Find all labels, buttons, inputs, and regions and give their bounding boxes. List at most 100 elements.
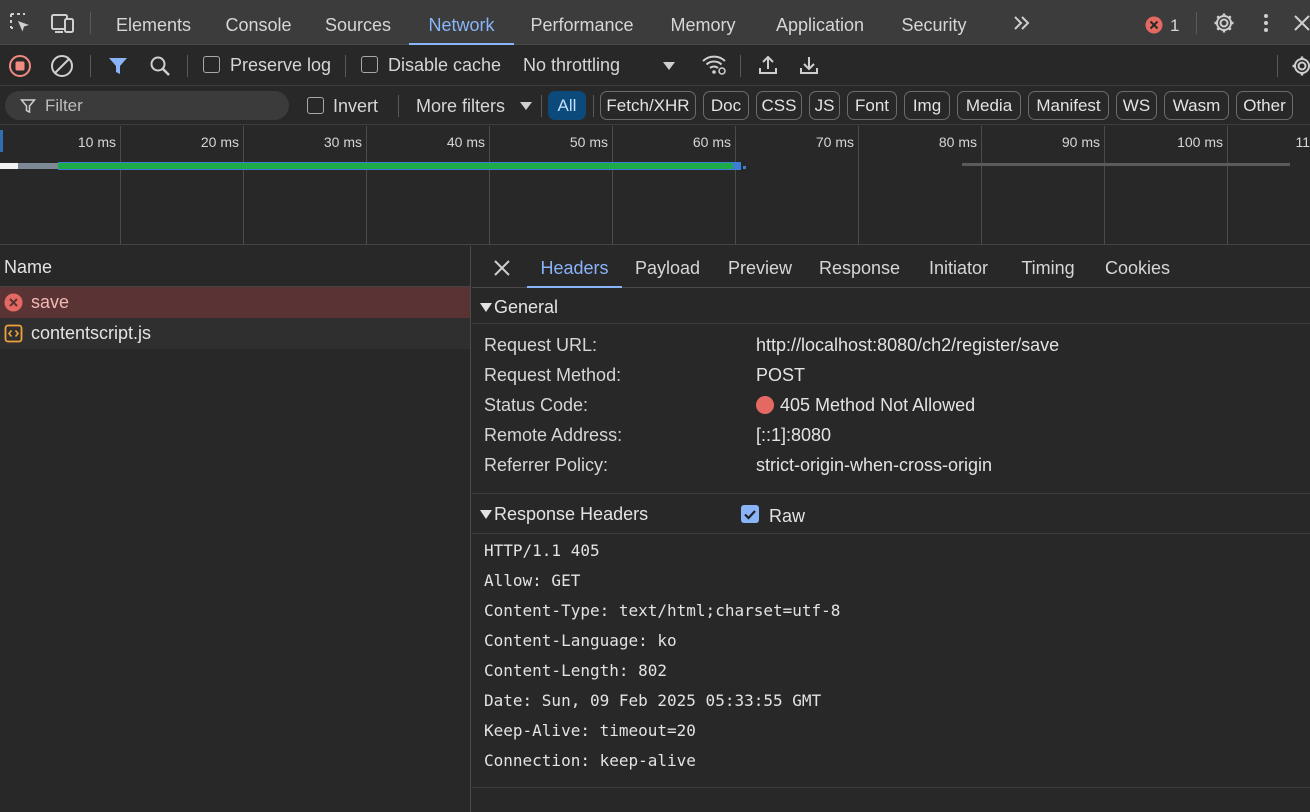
error-icon[interactable] <box>1145 16 1163 34</box>
filter-chip-other[interactable]: Other <box>1236 91 1293 120</box>
timeline-overview[interactable]: 10 ms 20 ms 30 ms 40 ms 50 ms 60 ms 70 m… <box>0 126 1310 245</box>
tab-console[interactable]: Console <box>215 0 302 45</box>
tab-preview[interactable]: Preview <box>722 246 798 288</box>
more-tabs-icon[interactable] <box>1010 11 1034 35</box>
toolbar-divider <box>593 95 594 117</box>
name-column-header[interactable]: Name <box>0 246 470 287</box>
import-har-upload-icon[interactable] <box>756 53 780 77</box>
raw-checkbox[interactable] <box>741 505 759 523</box>
timeline-tick-label: 60 ms <box>692 134 731 150</box>
timeline-selection-handle[interactable] <box>0 130 3 152</box>
filter-chip-fetch-xhr[interactable]: Fetch/XHR <box>600 91 696 120</box>
tab-headers[interactable]: Headers <box>527 246 622 288</box>
tab-elements[interactable]: Elements <box>107 0 200 45</box>
filter-chip-font[interactable]: Font <box>847 91 897 120</box>
timeline-tick-label: 30 ms <box>323 134 362 150</box>
timeline-tick-label: 90 ms <box>1061 134 1100 150</box>
header-key: Status Code: <box>484 395 589 415</box>
request-name: contentscript.js <box>31 323 152 343</box>
raw-header-line: Date: Sun, 09 Feb 2025 05:33:55 GMT <box>484 691 822 710</box>
filter-placeholder: Filter <box>45 96 83 115</box>
invert-checkbox[interactable] <box>307 97 324 114</box>
timeline-gridline <box>120 126 121 245</box>
export-har-download-icon[interactable] <box>797 53 821 77</box>
request-list: Name save contentscript.js <box>0 246 471 812</box>
preserve-log-label[interactable]: Preserve log <box>230 55 331 76</box>
tab-security[interactable]: Security <box>893 0 975 45</box>
raw-header-line: Content-Language: ko <box>484 631 677 650</box>
filter-chip-manifest[interactable]: Manifest <box>1028 91 1109 120</box>
general-section-header[interactable]: General <box>472 288 1310 324</box>
response-headers-section-header[interactable]: Response Headers Raw <box>472 494 1310 534</box>
chevron-down-icon[interactable] <box>662 60 676 72</box>
header-value: POST <box>756 365 806 385</box>
settings-gear-icon[interactable] <box>1212 11 1236 35</box>
filter-input[interactable]: Filter <box>5 91 289 120</box>
network-toolbar: Preserve log Disable cache No throttling <box>0 45 1310 86</box>
tab-application[interactable]: Application <box>764 0 876 45</box>
general-row: Referrer Policy: strict-origin-when-cros… <box>472 450 1310 480</box>
raw-header-line: Keep-Alive: timeout=20 <box>484 721 696 740</box>
filter-chip-img[interactable]: Img <box>904 91 950 120</box>
toolbar-divider <box>541 95 542 117</box>
raw-label[interactable]: Raw <box>769 496 805 536</box>
device-toolbar-icon[interactable] <box>50 11 74 35</box>
search-icon[interactable] <box>148 54 172 78</box>
tab-timing[interactable]: Timing <box>1014 246 1082 288</box>
general-row: Request Method: POST <box>472 360 1310 390</box>
error-count[interactable]: 1 <box>1170 16 1179 36</box>
raw-header-line: Content-Length: 802 <box>484 661 668 680</box>
timeline-tick-label: 80 ms <box>938 134 977 150</box>
timeline-gridline <box>366 126 367 245</box>
throttling-select[interactable]: No throttling <box>523 55 620 76</box>
tab-initiator[interactable]: Initiator <box>922 246 995 288</box>
tab-response[interactable]: Response <box>815 246 904 288</box>
toolbar-divider <box>90 12 91 34</box>
request-row[interactable]: save <box>0 287 470 318</box>
timeline-tick-label: 10 ms <box>77 134 116 150</box>
request-row[interactable]: contentscript.js <box>0 318 470 349</box>
filter-funnel-icon[interactable] <box>106 54 130 78</box>
filter-chip-media[interactable]: Media <box>957 91 1021 120</box>
devtools-tab-bar: Elements Console Sources Network Perform… <box>0 0 1310 45</box>
more-filters-button[interactable]: More filters <box>416 96 505 117</box>
tab-performance[interactable]: Performance <box>522 0 642 45</box>
preserve-log-checkbox[interactable] <box>203 56 220 73</box>
more-options-icon[interactable] <box>1254 11 1278 35</box>
toolbar-divider <box>90 55 91 77</box>
filter-chip-wasm[interactable]: Wasm <box>1164 91 1229 120</box>
network-settings-gear-icon[interactable] <box>1290 54 1310 78</box>
close-devtools-icon[interactable] <box>1290 11 1310 35</box>
filter-chip-ws[interactable]: WS <box>1116 91 1157 120</box>
header-key: Referrer Policy: <box>484 455 609 475</box>
raw-header-line: Allow: GET <box>484 571 581 590</box>
header-value: strict-origin-when-cross-origin <box>756 455 993 475</box>
tab-cookies[interactable]: Cookies <box>1100 246 1175 288</box>
network-conditions-wifi-icon[interactable] <box>701 53 727 77</box>
stop-recording-icon[interactable] <box>8 54 32 78</box>
header-value: 405 Method Not Allowed <box>780 395 976 415</box>
tab-sources[interactable]: Sources <box>317 0 399 45</box>
filter-chip-js[interactable]: JS <box>809 91 840 120</box>
close-icon[interactable] <box>490 256 514 280</box>
tab-memory[interactable]: Memory <box>658 0 748 45</box>
tab-payload[interactable]: Payload <box>629 246 706 288</box>
timeline-tick-label: 50 ms <box>569 134 608 150</box>
clear-log-icon[interactable] <box>50 54 74 78</box>
raw-header-line: Connection: keep-alive <box>484 751 696 770</box>
invert-label[interactable]: Invert <box>333 96 378 117</box>
filter-chip-all[interactable]: All <box>548 91 586 120</box>
filter-funnel-icon <box>20 98 36 114</box>
waterfall-trailing-bar <box>962 163 1290 166</box>
tab-network[interactable]: Network <box>409 0 514 45</box>
toolbar-divider <box>345 55 346 77</box>
filter-chip-css[interactable]: CSS <box>756 91 802 120</box>
inspect-element-icon[interactable] <box>8 11 32 35</box>
timeline-tick-label: 20 ms <box>200 134 239 150</box>
filter-chip-doc[interactable]: Doc <box>703 91 749 120</box>
disable-cache-label[interactable]: Disable cache <box>388 55 501 76</box>
waterfall-download-bar <box>743 166 746 169</box>
chevron-down-icon[interactable] <box>519 100 533 112</box>
disable-cache-checkbox[interactable] <box>361 56 378 73</box>
waterfall-wait-bar <box>18 163 58 169</box>
